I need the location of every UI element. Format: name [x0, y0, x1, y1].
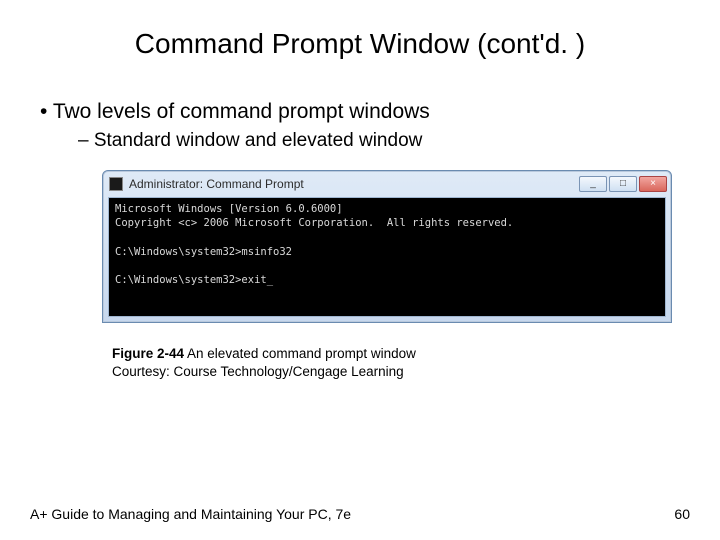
command-prompt-window: Administrator: Command Prompt _ □ × Micr… [102, 170, 672, 323]
console-line: C:\Windows\system32>exit_ [115, 274, 273, 286]
figure-courtesy: Courtesy: Course Technology/Cengage Lear… [112, 363, 572, 381]
console-line: Microsoft Windows [Version 6.0.6000] [115, 203, 343, 215]
bullet-level-2: Standard window and elevated window [78, 130, 690, 152]
figure-text: An elevated command prompt window [184, 346, 416, 361]
console-output[interactable]: Microsoft Windows [Version 6.0.6000] Cop… [109, 198, 665, 316]
minimize-button[interactable]: _ [579, 176, 607, 192]
page-number: 60 [674, 506, 690, 522]
window-buttons: _ □ × [577, 176, 667, 192]
console-line: Copyright <c> 2006 Microsoft Corporation… [115, 217, 513, 229]
figure-label: Figure 2-44 [112, 346, 184, 361]
footer-left: A+ Guide to Managing and Maintaining You… [30, 506, 351, 522]
console-line: C:\Windows\system32>msinfo32 [115, 246, 292, 258]
console-frame: Microsoft Windows [Version 6.0.6000] Cop… [108, 197, 666, 317]
cmd-icon [109, 177, 123, 191]
slide-body: Two levels of command prompt windows Sta… [0, 80, 720, 381]
figure-caption: Figure 2-44 An elevated command prompt w… [112, 345, 572, 381]
bullet-level-1: Two levels of command prompt windows [40, 100, 690, 124]
maximize-button[interactable]: □ [609, 176, 637, 192]
slide-footer: A+ Guide to Managing and Maintaining You… [30, 506, 690, 522]
window-title-text: Administrator: Command Prompt [129, 177, 577, 191]
slide-title: Command Prompt Window (cont'd. ) [0, 0, 720, 80]
close-button[interactable]: × [639, 176, 667, 192]
window-titlebar: Administrator: Command Prompt _ □ × [103, 171, 671, 197]
